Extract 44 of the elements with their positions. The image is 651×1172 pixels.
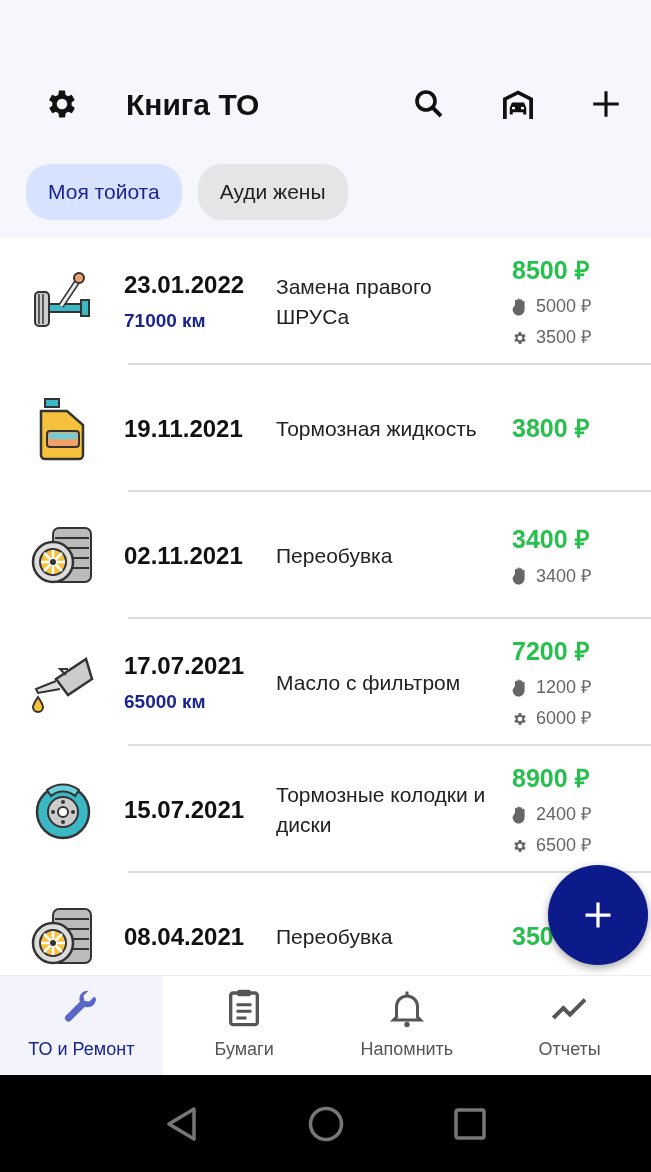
car-chip[interactable]: Ауди жены: [197, 164, 348, 220]
record-date: 15.07.2021: [124, 794, 246, 825]
gear-icon: [512, 710, 528, 727]
cost-amount: 2400 ₽: [536, 803, 592, 827]
record-title: Тормозные колодки и диски: [276, 782, 487, 838]
record-date: 23.01.2022: [124, 270, 246, 301]
gear-icon: [512, 329, 528, 346]
nav-tab[interactable]: ТО и Ремонт: [0, 976, 163, 1075]
plus-icon: [583, 900, 613, 930]
hand-icon: [512, 678, 528, 697]
record-date: 17.07.2021: [124, 651, 246, 682]
cost-amount: 3400 ₽: [536, 564, 592, 588]
home-icon[interactable]: [308, 1105, 345, 1142]
record-date: 02.11.2021: [124, 540, 244, 571]
gear-icon: [512, 837, 528, 854]
record-title: Тормозная жидкость: [276, 415, 478, 442]
cost-amount: 6000 ₽: [536, 707, 592, 731]
tires-icon: [31, 906, 95, 967]
record-title: Переобувка: [276, 923, 394, 950]
record-total: 7200 ₽: [512, 635, 591, 667]
hand-icon: [512, 567, 528, 586]
tires-icon: [31, 525, 95, 586]
record-title: Масло с фильтром: [276, 669, 462, 696]
back-icon[interactable]: [164, 1105, 199, 1142]
recents-icon[interactable]: [454, 1107, 487, 1140]
hand-icon: [512, 297, 528, 316]
record-total: 8900 ₽: [512, 762, 591, 794]
cost-amount: 3500 ₽: [536, 326, 592, 350]
record-date: 19.11.2021: [124, 413, 244, 444]
record-total: 3400 ₽: [512, 524, 591, 556]
car-chip[interactable]: Моя тойота: [26, 164, 182, 220]
hand-icon: [512, 805, 528, 824]
record-date: 08.04.2021: [124, 921, 246, 952]
record-title: Переобувка: [276, 542, 394, 569]
cost-amount: 1200 ₽: [536, 676, 592, 700]
record-total: 8500 ₽: [512, 254, 591, 286]
record-total: 3800 ₽: [512, 412, 591, 444]
cost-amount: 5000 ₽: [536, 295, 592, 319]
record-total: 350: [512, 920, 555, 952]
record-title: Замена правого ШРУСа: [276, 274, 433, 330]
record-mileage: 71000 км: [124, 309, 207, 334]
app-title: Книга ТО: [126, 86, 260, 123]
record-mileage: 65000 км: [124, 690, 207, 715]
cost-amount: 6500 ₽: [536, 834, 592, 858]
